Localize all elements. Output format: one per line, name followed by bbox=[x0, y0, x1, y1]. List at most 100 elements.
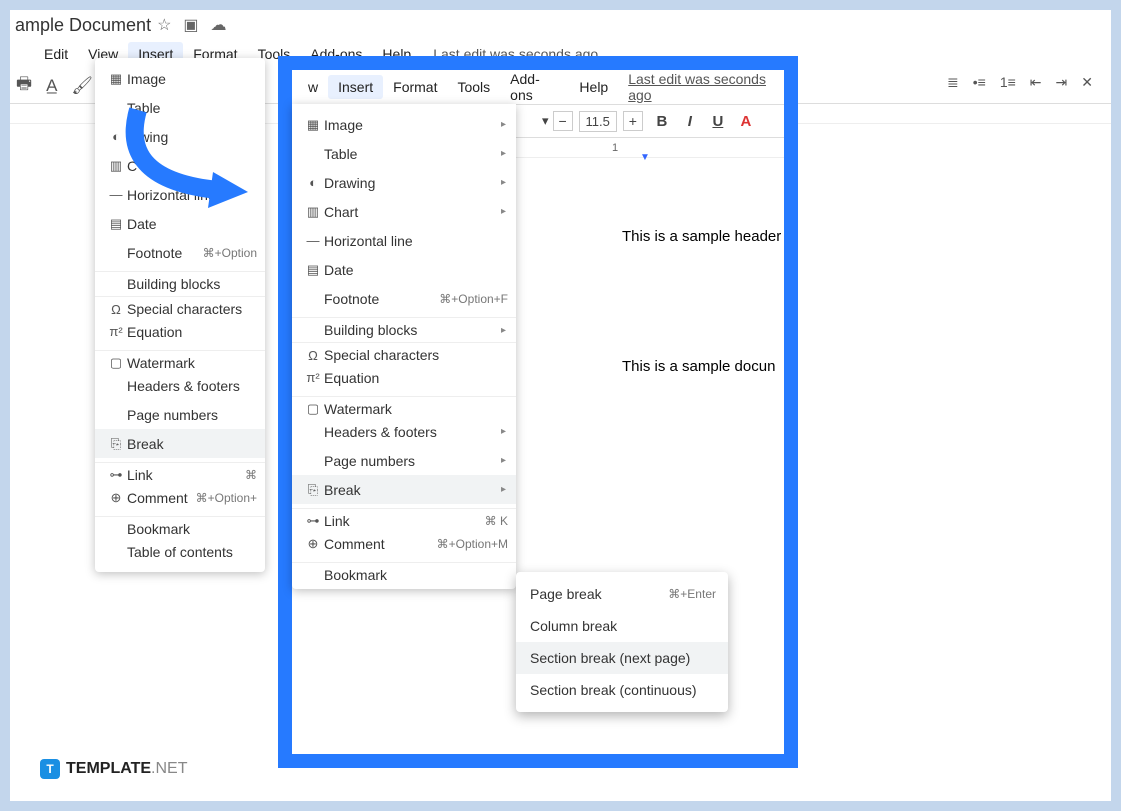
dd2-pn[interactable]: Page numbers▸ bbox=[292, 446, 516, 475]
dd1-date[interactable]: ▤Date bbox=[95, 209, 265, 238]
date-icon: ▤ bbox=[302, 262, 324, 278]
menu2-insert[interactable]: Insert bbox=[328, 75, 383, 99]
menu2-view-cut[interactable]: w bbox=[298, 75, 328, 99]
menu-bar-inner: w Insert Format Tools Add-ons Help Last … bbox=[292, 70, 784, 104]
dd1-bb[interactable]: Building blocks bbox=[95, 271, 265, 292]
spellcheck-icon[interactable]: A̲ bbox=[46, 76, 57, 96]
ruler-mark: 1 bbox=[612, 142, 618, 154]
indent-decrease-icon[interactable]: ⇤ bbox=[1030, 74, 1042, 91]
chart-icon: ▥ bbox=[302, 204, 324, 220]
dd1-image[interactable]: ▦Image bbox=[95, 64, 265, 93]
pi-icon: π² bbox=[105, 324, 127, 339]
menu-file[interactable] bbox=[14, 50, 34, 58]
comment-icon: ⊕ bbox=[105, 490, 127, 506]
chevron-right-icon: ▸ bbox=[501, 177, 506, 188]
italic-button[interactable]: I bbox=[681, 113, 699, 130]
linespacing-icon[interactable]: ≣ bbox=[947, 74, 959, 91]
dd2-link[interactable]: ⊶Link⌘ K bbox=[292, 508, 516, 529]
menu2-help[interactable]: Help bbox=[569, 75, 618, 99]
font-plus[interactable]: + bbox=[623, 111, 643, 131]
dd2-bb[interactable]: Building blocks▸ bbox=[292, 317, 516, 338]
dd2-date[interactable]: ▤Date bbox=[292, 255, 516, 284]
logo-icon: T bbox=[40, 759, 60, 779]
menu2-format[interactable]: Format bbox=[383, 75, 447, 99]
star-icon[interactable]: ☆ bbox=[157, 15, 171, 35]
insert-dropdown-inner: ▦Image▸ Table▸ ◐Drawing▸ ▥Chart▸ —Horizo… bbox=[292, 104, 516, 589]
date-icon: ▤ bbox=[105, 216, 127, 232]
doc-title[interactable]: ample Document bbox=[15, 15, 151, 36]
dd2-hf[interactable]: Headers & footers▸ bbox=[292, 417, 516, 446]
dd2-image[interactable]: ▦Image▸ bbox=[292, 110, 516, 139]
callout-arrow bbox=[108, 100, 258, 210]
move-icon[interactable]: ▣ bbox=[183, 15, 198, 35]
chevron-right-icon: ▸ bbox=[501, 148, 506, 159]
image-icon: ▦ bbox=[105, 71, 127, 87]
dd1-link[interactable]: ⊶Link⌘ bbox=[95, 462, 265, 483]
break-submenu: Page break⌘+Enter Column break Section b… bbox=[516, 572, 728, 712]
link-icon: ⊶ bbox=[105, 467, 127, 483]
sub-section-continuous[interactable]: Section break (continuous) bbox=[516, 674, 728, 706]
line-icon: — bbox=[302, 233, 324, 248]
watermark-logo: T TEMPLATE.NET bbox=[40, 759, 187, 779]
numbered-list-icon[interactable]: 1≡ bbox=[1000, 74, 1016, 91]
bold-button[interactable]: B bbox=[653, 113, 671, 130]
dd2-hl[interactable]: —Horizontal line bbox=[292, 226, 516, 255]
dd2-break[interactable]: ⎘Break▸ bbox=[292, 475, 516, 504]
dd2-eq[interactable]: π²Equation bbox=[292, 363, 516, 392]
image-icon: ▦ bbox=[302, 117, 324, 133]
indent-increase-icon[interactable]: ⇥ bbox=[1056, 74, 1068, 91]
menu2-lastedit[interactable]: Last edit was seconds ago bbox=[628, 71, 784, 103]
sub-section-next-page[interactable]: Section break (next page) bbox=[516, 642, 728, 674]
chevron-right-icon: ▸ bbox=[501, 484, 506, 495]
omega-icon: Ω bbox=[105, 302, 127, 317]
header-text: This is a sample header bbox=[622, 228, 781, 245]
dd1-sp[interactable]: ΩSpecial characters bbox=[95, 296, 265, 317]
dd1-toc[interactable]: Table of contents bbox=[95, 537, 265, 566]
logo-net: .NET bbox=[151, 760, 187, 778]
menu2-tools[interactable]: Tools bbox=[447, 75, 500, 99]
dd2-wm[interactable]: ▢Watermark bbox=[292, 396, 516, 417]
dd1-footnote[interactable]: Footnote⌘+Option bbox=[95, 238, 265, 267]
break-icon: ⎘ bbox=[302, 482, 324, 498]
dd2-chart[interactable]: ▥Chart▸ bbox=[292, 197, 516, 226]
dd2-table[interactable]: Table▸ bbox=[292, 139, 516, 168]
dd1-bookmark[interactable]: Bookmark bbox=[95, 516, 265, 537]
print-icon[interactable]: 🖶 bbox=[16, 71, 32, 100]
paint-icon[interactable]: 🖌 bbox=[71, 76, 93, 96]
title-bar: ample Document ☆ ▣ ☁ bbox=[10, 10, 1111, 40]
dd1-break[interactable]: ⎘Break bbox=[95, 429, 265, 458]
font-size[interactable]: 11.5 bbox=[579, 111, 617, 132]
sub-column-break[interactable]: Column break bbox=[516, 610, 728, 642]
text-color-button[interactable]: A bbox=[737, 113, 755, 130]
dd1-hf[interactable]: Headers & footers bbox=[95, 371, 265, 400]
dd1-wm[interactable]: ▢Watermark bbox=[95, 350, 265, 371]
dd2-footnote[interactable]: Footnote⌘+Option+F bbox=[292, 284, 516, 313]
chevron-right-icon: ▸ bbox=[501, 119, 506, 130]
font-minus[interactable]: − bbox=[553, 111, 573, 131]
break-icon: ⎘ bbox=[105, 436, 127, 452]
dd1-eq[interactable]: π²Equation bbox=[95, 317, 265, 346]
dd1-pn[interactable]: Page numbers bbox=[95, 400, 265, 429]
chevron-right-icon: ▸ bbox=[501, 455, 506, 466]
chevron-right-icon: ▸ bbox=[501, 206, 506, 217]
omega-icon: Ω bbox=[302, 348, 324, 363]
bulleted-list-icon[interactable]: •≡ bbox=[973, 74, 986, 91]
cloud-icon[interactable]: ☁ bbox=[211, 15, 227, 35]
dd2-comment[interactable]: ⊕Comment⌘+Option+M bbox=[292, 529, 516, 558]
dd2-bookmark[interactable]: Bookmark bbox=[292, 562, 516, 583]
dd1-comment[interactable]: ⊕Comment⌘+Option+ bbox=[95, 483, 265, 512]
chevron-right-icon: ▸ bbox=[501, 426, 506, 437]
sub-page-break[interactable]: Page break⌘+Enter bbox=[516, 578, 728, 610]
comment-icon: ⊕ bbox=[302, 536, 324, 552]
link-icon: ⊶ bbox=[302, 513, 324, 529]
menu-edit[interactable]: Edit bbox=[34, 42, 78, 66]
watermark-icon: ▢ bbox=[302, 401, 324, 417]
logo-brand: TEMPLATE bbox=[66, 760, 151, 778]
menu2-addons[interactable]: Add-ons bbox=[500, 67, 569, 107]
dropdown-caret-icon[interactable]: ▾ bbox=[542, 113, 549, 129]
dd2-sp[interactable]: ΩSpecial characters bbox=[292, 342, 516, 363]
clear-format-icon[interactable]: ✕ bbox=[1081, 74, 1093, 91]
underline-button[interactable]: U bbox=[709, 113, 727, 130]
dd2-drawing[interactable]: ◐Drawing▸ bbox=[292, 168, 516, 197]
drawing-icon: ◐ bbox=[302, 175, 324, 190]
